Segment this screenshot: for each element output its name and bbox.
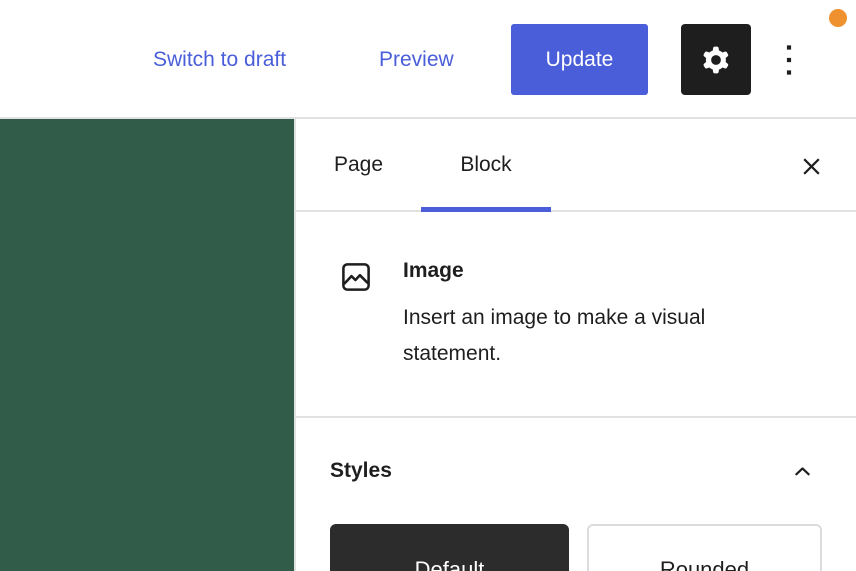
sidebar-tabbar: Page Block (296, 119, 856, 212)
style-option-rounded[interactable]: Rounded (586, 524, 822, 571)
preview-button[interactable]: Preview (379, 46, 454, 74)
update-button[interactable]: Update (511, 24, 648, 95)
styles-panel-title: Styles (330, 459, 392, 482)
editor-window: Switch to draft Preview Update Page Bloc… (0, 0, 856, 571)
style-options-group: Default Rounded (296, 524, 856, 571)
active-tab-indicator (421, 207, 551, 212)
block-info-card: Image Insert an image to make a visual s… (296, 212, 856, 418)
tab-block[interactable]: Block (421, 119, 551, 210)
gear-icon (696, 40, 736, 80)
style-option-default[interactable]: Default (330, 524, 569, 571)
block-description-line: statement. (403, 342, 502, 365)
block-description-line: Insert an image to make a visual (403, 306, 706, 329)
block-info-text: Image Insert an image to make a visual s… (403, 256, 705, 416)
close-icon (798, 153, 825, 180)
tab-page[interactable]: Page (296, 119, 421, 210)
image-block-icon (338, 258, 374, 416)
editor-canvas-page[interactable] (0, 119, 294, 571)
chevron-up-icon (789, 458, 816, 485)
more-vertical-icon (764, 35, 814, 85)
settings-toggle-button[interactable] (681, 24, 751, 95)
recording-indicator-dot (829, 9, 847, 27)
switch-to-draft-button[interactable]: Switch to draft (153, 46, 286, 74)
options-menu-button[interactable] (765, 24, 813, 95)
settings-sidebar: Page Block Image Insert an image to make… (294, 119, 856, 571)
styles-panel: Styles Default Rounded (296, 418, 856, 571)
editor-top-bar: Switch to draft Preview Update (0, 0, 856, 119)
block-description: Insert an image to make a visual stateme… (403, 300, 705, 372)
styles-panel-header[interactable]: Styles (296, 418, 856, 486)
block-title: Image (403, 259, 464, 282)
close-sidebar-button[interactable] (796, 151, 826, 181)
